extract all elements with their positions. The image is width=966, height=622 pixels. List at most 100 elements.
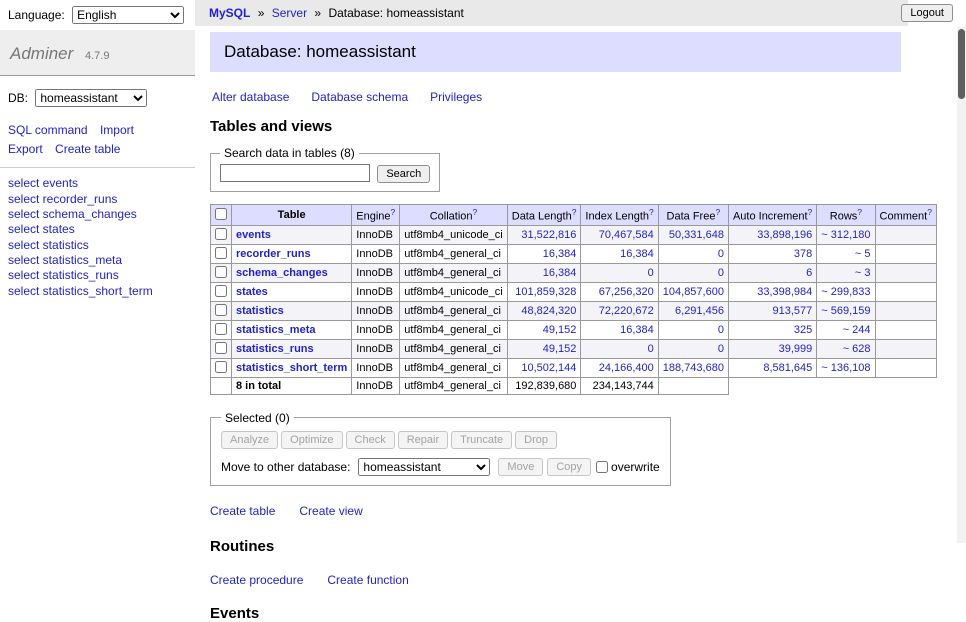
database-schema-link[interactable]: Database schema — [311, 90, 408, 104]
copy-button[interactable]: Copy — [547, 458, 591, 476]
language-select[interactable]: English — [72, 6, 184, 24]
cell-data-length-link[interactable]: 16,384 — [543, 248, 577, 260]
cell-rows-link[interactable]: ~ 312,180 — [821, 229, 870, 241]
cell-data-length-link[interactable]: 16,384 — [543, 267, 577, 279]
sidebar-select-schema-changes-link[interactable]: select schema_changes — [8, 207, 187, 222]
create-function-link[interactable]: Create function — [327, 573, 408, 587]
logout-button[interactable]: Logout — [901, 4, 953, 22]
db-select[interactable]: homeassistant — [35, 89, 147, 107]
cell-auto-increment-link[interactable]: 33,898,196 — [757, 229, 812, 241]
cell-rows-link[interactable]: ~ 3 — [855, 267, 871, 279]
sidebar-select-recorder-runs-link[interactable]: select recorder_runs — [8, 192, 187, 207]
sidebar-select-states-link[interactable]: select states — [8, 222, 187, 237]
row-checkbox-statistics-short-term[interactable] — [215, 361, 227, 373]
search-input[interactable] — [220, 164, 370, 182]
column-help-link[interactable]: ? — [649, 207, 654, 217]
cell-data-length-link[interactable]: 10,502,144 — [521, 362, 576, 374]
create-procedure-link[interactable]: Create procedure — [210, 573, 303, 587]
cell-data-free-link[interactable]: 50,331,648 — [669, 229, 724, 241]
select-all-checkbox[interactable] — [215, 208, 227, 220]
table-link-events[interactable]: events — [236, 229, 271, 241]
search-button[interactable]: Search — [377, 165, 430, 183]
privileges-link[interactable]: Privileges — [430, 90, 482, 104]
sidebar-select-statistics-link[interactable]: select statistics — [8, 238, 187, 253]
table-link-statistics-short-term[interactable]: statistics_short_term — [236, 362, 347, 374]
cell-rows-link[interactable]: ~ 136,108 — [821, 362, 870, 374]
table-link-statistics-runs[interactable]: statistics_runs — [236, 343, 314, 355]
cell-auto-increment-link[interactable]: 913,577 — [773, 305, 813, 317]
cell-index-length-link[interactable]: 16,384 — [620, 324, 654, 336]
cell-auto-increment-link[interactable]: 39,999 — [779, 343, 813, 355]
table-link-statistics-meta[interactable]: statistics_meta — [236, 324, 316, 336]
cell-data-free-link[interactable]: 188,743,680 — [663, 362, 724, 374]
move-db-select[interactable]: homeassistant — [358, 458, 490, 476]
column-help-link[interactable]: ? — [572, 207, 577, 217]
sidebar-nav-export-link[interactable]: Export — [8, 142, 43, 156]
cell-index-length-link[interactable]: 0 — [648, 267, 654, 279]
cell-data-free-link[interactable]: 0 — [718, 324, 724, 336]
table-link-recorder-runs[interactable]: recorder_runs — [236, 248, 311, 260]
column-help-link[interactable]: ? — [857, 207, 862, 217]
cell-rows-link[interactable]: ~ 628 — [843, 343, 871, 355]
cell-auto-increment-link[interactable]: 378 — [794, 248, 812, 260]
vertical-scrollbar[interactable] — [957, 27, 966, 543]
column-help-link[interactable]: ? — [391, 207, 396, 217]
sidebar-nav-sql-command-link[interactable]: SQL command — [8, 123, 88, 137]
cell-data-free-link[interactable]: 0 — [718, 248, 724, 260]
cell-data-length-link[interactable]: 49,152 — [543, 343, 577, 355]
row-checkbox-statistics[interactable] — [215, 304, 227, 316]
cell-data-length-link[interactable]: 48,824,320 — [521, 305, 576, 317]
cell-rows-link[interactable]: ~ 299,833 — [821, 286, 870, 298]
row-checkbox-statistics-runs[interactable] — [215, 342, 227, 354]
alter-database-link[interactable]: Alter database — [212, 90, 289, 104]
create-table-link[interactable]: Create table — [210, 504, 275, 518]
sidebar-select-events-link[interactable]: select events — [8, 176, 187, 191]
column-help-link[interactable]: ? — [473, 207, 478, 217]
cell-data-free-link[interactable]: 6,291,456 — [675, 305, 724, 317]
scrollbar-thumb[interactable] — [958, 29, 965, 99]
breadcrumb-server-link[interactable]: Server — [272, 6, 307, 20]
overwrite-checkbox[interactable] — [596, 461, 608, 473]
cell-rows-link[interactable]: ~ 569,159 — [821, 305, 870, 317]
row-checkbox-recorder-runs[interactable] — [215, 247, 227, 259]
cell-data-length-link[interactable]: 31,522,816 — [521, 229, 576, 241]
analyze-button[interactable]: Analyze — [221, 431, 278, 449]
cell-index-length-link[interactable]: 67,256,320 — [599, 286, 654, 298]
check-button[interactable]: Check — [346, 431, 395, 449]
table-link-statistics[interactable]: statistics — [236, 305, 284, 317]
optimize-button[interactable]: Optimize — [281, 431, 342, 449]
sidebar-nav-import-link[interactable]: Import — [100, 123, 134, 137]
cell-auto-increment-link[interactable]: 325 — [794, 324, 812, 336]
overwrite-label[interactable]: overwrite — [611, 460, 660, 474]
sidebar-select-statistics-meta-link[interactable]: select statistics_meta — [8, 253, 187, 268]
table-link-schema-changes[interactable]: schema_changes — [236, 267, 328, 279]
row-checkbox-statistics-meta[interactable] — [215, 323, 227, 335]
cell-data-length-link[interactable]: 101,859,328 — [515, 286, 576, 298]
move-button[interactable]: Move — [498, 458, 543, 476]
cell-rows-link[interactable]: ~ 244 — [843, 324, 871, 336]
cell-data-free-link[interactable]: 0 — [718, 267, 724, 279]
sidebar-select-statistics-runs-link[interactable]: select statistics_runs — [8, 268, 187, 283]
cell-data-free-link[interactable]: 0 — [718, 343, 724, 355]
cell-data-free-link[interactable]: 104,857,600 — [663, 286, 724, 298]
row-checkbox-schema-changes[interactable] — [215, 266, 227, 278]
drop-button[interactable]: Drop — [515, 431, 557, 449]
cell-rows-link[interactable]: ~ 5 — [855, 248, 871, 260]
adminer-logo-link[interactable]: Adminer — [10, 44, 73, 63]
cell-index-length-link[interactable]: 72,220,672 — [599, 305, 654, 317]
cell-index-length-link[interactable]: 0 — [648, 343, 654, 355]
row-checkbox-states[interactable] — [215, 285, 227, 297]
column-help-link[interactable]: ? — [808, 207, 813, 217]
create-view-link[interactable]: Create view — [299, 504, 362, 518]
table-link-states[interactable]: states — [236, 286, 268, 298]
sidebar-select-statistics-short-term-link[interactable]: select statistics_short_term — [8, 284, 187, 299]
cell-index-length-link[interactable]: 24,166,400 — [599, 362, 654, 374]
column-help-link[interactable]: ? — [715, 207, 720, 217]
breadcrumb-mysql-link[interactable]: MySQL — [209, 6, 250, 20]
row-checkbox-events[interactable] — [215, 228, 227, 240]
column-help-link[interactable]: ? — [927, 207, 932, 217]
cell-index-length-link[interactable]: 16,384 — [620, 248, 654, 260]
cell-auto-increment-link[interactable]: 6 — [806, 267, 812, 279]
cell-index-length-link[interactable]: 70,467,584 — [599, 229, 654, 241]
cell-auto-increment-link[interactable]: 33,398,984 — [757, 286, 812, 298]
